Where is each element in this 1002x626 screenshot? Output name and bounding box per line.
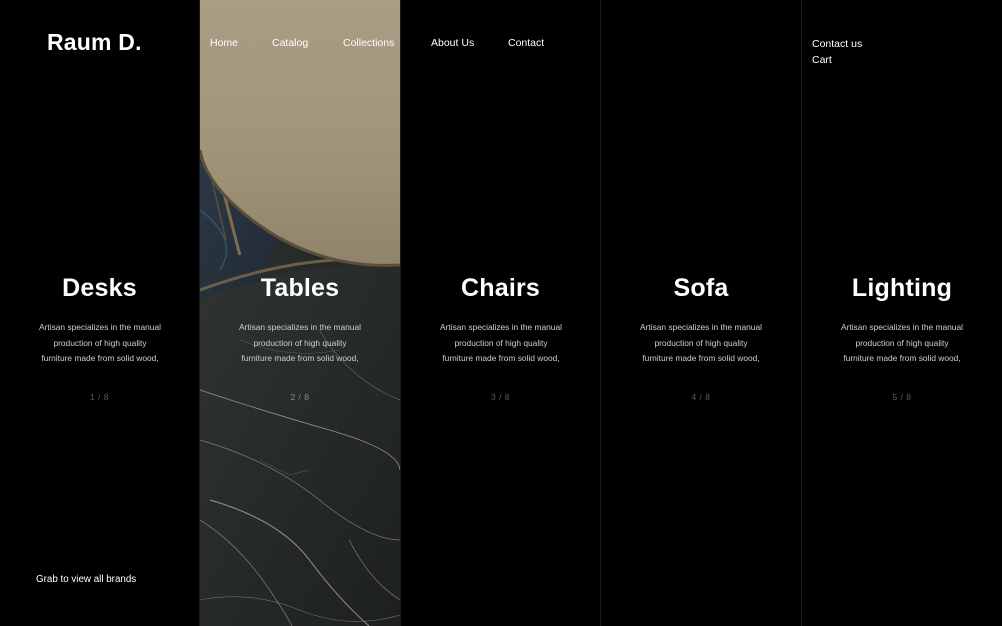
description-line: production of high quality: [454, 337, 548, 348]
description-line: production of high quality: [53, 337, 147, 348]
category-columns: Desks Artisan specializes in the manual …: [0, 0, 1002, 626]
category-column-lighting[interactable]: Lighting Artisan specializes in the manu…: [802, 0, 1002, 626]
description-line: Artisan specializes in the manual: [841, 322, 963, 332]
description-line: furniture made from solid wood,: [843, 353, 961, 364]
description-line: Artisan specializes in the manual: [640, 322, 762, 332]
brand-logo[interactable]: Raum D.: [47, 29, 142, 56]
contact-us-link[interactable]: Contact us: [812, 37, 862, 53]
header-utility-links: Contact us Cart: [812, 37, 862, 68]
description-line: production of high quality: [654, 337, 748, 348]
category-counter: 3 / 8: [490, 392, 511, 402]
category-description: Artisan specializes in the manual produc…: [230, 320, 370, 367]
nav-item-about-us[interactable]: About Us: [431, 37, 474, 49]
category-column-tables[interactable]: Tables Artisan specializes in the manual…: [200, 0, 401, 626]
category-description: Artisan specializes in the manual produc…: [30, 320, 170, 367]
description-line: Artisan specializes in the manual: [440, 322, 562, 332]
grab-to-view-brands[interactable]: Grab to view all brands: [36, 574, 136, 585]
category-title: Lighting: [851, 274, 953, 302]
category-description: Artisan specializes in the manual produc…: [631, 320, 771, 367]
category-title: Sofa: [673, 274, 729, 302]
category-description: Artisan specializes in the manual produc…: [431, 320, 571, 367]
category-column-desks[interactable]: Desks Artisan specializes in the manual …: [0, 0, 200, 626]
nav-item-collections[interactable]: Collections: [343, 37, 394, 49]
description-line: furniture made from solid wood,: [241, 353, 359, 364]
category-counter: 5 / 8: [892, 392, 912, 402]
category-column-sofa[interactable]: Sofa Artisan specializes in the manual p…: [601, 0, 802, 626]
nav-item-contact[interactable]: Contact: [508, 37, 544, 49]
category-counter: 1 / 8: [89, 392, 110, 402]
category-title: Tables: [260, 274, 340, 302]
nav-item-home[interactable]: Home: [210, 37, 238, 49]
nav-item-catalog[interactable]: Catalog: [272, 37, 308, 49]
description-line: furniture made from solid wood,: [442, 353, 560, 364]
description-line: Artisan specializes in the manual: [39, 322, 161, 332]
description-line: production of high quality: [855, 337, 949, 348]
description-line: Artisan specializes in the manual: [239, 322, 361, 332]
category-title: Desks: [62, 274, 137, 302]
page: Desks Artisan specializes in the manual …: [0, 0, 1002, 626]
category-counter: 4 / 8: [691, 392, 711, 402]
cart-link[interactable]: Cart: [812, 53, 862, 69]
marble-table-photo: [200, 0, 400, 626]
description-line: furniture made from solid wood,: [41, 353, 159, 364]
category-counter: 2 / 8: [290, 392, 310, 402]
category-column-chairs[interactable]: Chairs Artisan specializes in the manual…: [401, 0, 601, 626]
description-line: furniture made from solid wood,: [642, 353, 760, 364]
category-title: Chairs: [460, 274, 540, 302]
category-description: Artisan specializes in the manual produc…: [832, 320, 972, 367]
description-line: production of high quality: [253, 337, 347, 348]
